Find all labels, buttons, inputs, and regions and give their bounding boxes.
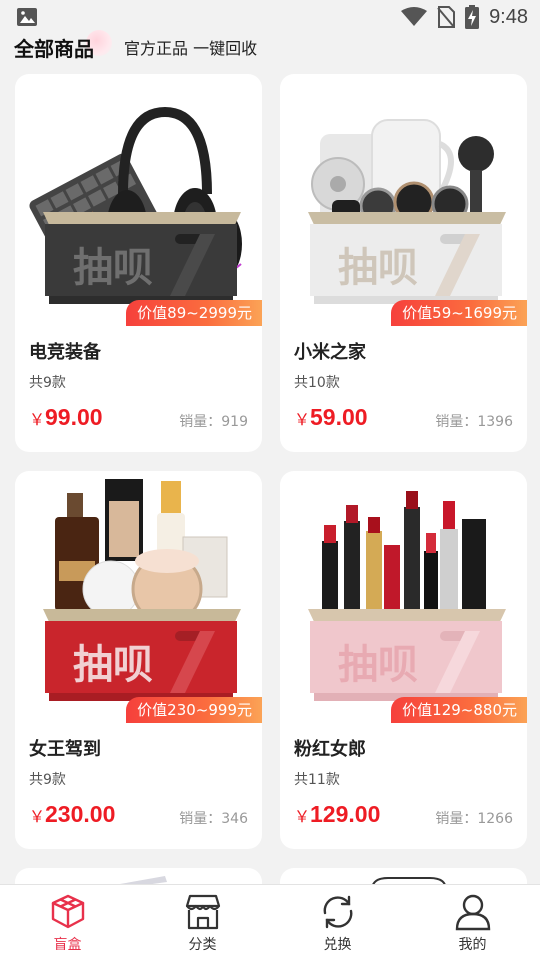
tab-label: 盲盒 [53,937,82,953]
price-range-tag: 价值230~999元 [126,697,262,723]
header: 全部商品 官方正品 一键回收 [0,30,540,64]
tab-blind-box[interactable]: 盲盒 [0,885,135,960]
product-card[interactable]: 抽呗 价值89~2999元 电竞装备 共9款 ￥99.00 销量：919 [15,74,262,452]
price-amount: 59.00 [310,404,368,430]
product-image-lipsticks: 抽呗 [308,491,506,701]
tab-label: 我的 [458,937,487,953]
store-icon [185,894,220,930]
header-tagline: 官方正品 一键回收 [124,39,258,58]
battery-charging-icon [465,5,480,29]
currency-symbol: ￥ [29,807,46,826]
price-range-tag: 价值59~1699元 [391,300,527,326]
price-amount: 230.00 [45,801,116,827]
product-name: 女王驾到 [29,739,101,760]
currency-symbol: ￥ [29,410,46,429]
product-card[interactable]: 抽呗 价值129~880元 粉红女郎 共11款 ￥129.00 销量：1266 [280,471,527,849]
box-label: 抽呗 [73,245,153,291]
product-count: 共9款 [29,375,66,391]
product-image-cosmetics: 抽呗 [43,479,241,701]
tab-label: 分类 [188,937,217,953]
product-name: 小米之家 [294,342,366,363]
product-sales: 销量：346 [179,811,248,827]
box-label: 抽呗 [338,245,418,291]
tab-profile[interactable]: 我的 [405,885,540,960]
exchange-icon [323,895,352,929]
price-amount: 129.00 [310,801,381,827]
box-label: 抽呗 [338,642,418,688]
product-name: 电竞装备 [29,342,101,363]
product-sales: 销量：1396 [435,414,513,430]
product-name: 粉红女郎 [294,739,366,760]
user-icon [455,894,490,931]
product-image-gaming-gear: 抽呗 [29,106,242,304]
price-range-tag: 价值89~2999元 [126,300,262,326]
price-amount: 99.00 [45,404,103,430]
no-sim-icon [437,6,456,28]
product-price: ￥59.00 [294,404,368,431]
price-range-tag: 价值129~880元 [391,697,527,723]
tab-category[interactable]: 分类 [135,885,270,960]
product-card[interactable]: 抽呗 价值230~999元 女王驾到 共9款 ￥230.00 销量：346 [15,471,262,849]
product-count: 共10款 [294,375,340,391]
tab-exchange[interactable]: 兑换 [270,885,405,960]
product-count: 共11款 [294,772,340,788]
product-price: ￥129.00 [294,801,380,828]
image-notification-icon [17,8,37,26]
wifi-icon [401,7,428,26]
page-title: 全部商品 [14,36,94,61]
product-card[interactable]: 抽呗 价值59~1699元 小米之家 共10款 ￥59.00 销量：1396 [280,74,527,452]
product-count: 共9款 [29,772,66,788]
status-bar: 9:48 [0,0,540,34]
status-time: 9:48 [489,5,528,28]
product-sales: 销量：919 [179,414,248,430]
product-price: ￥99.00 [29,404,103,431]
product-image-xiaomi: 抽呗 [308,119,506,304]
currency-symbol: ￥ [294,410,311,429]
product-sales: 销量：1266 [435,811,513,827]
product-price: ￥230.00 [29,801,115,828]
currency-symbol: ￥ [294,807,311,826]
tab-label: 兑换 [323,937,352,953]
bottom-tab-bar: 盲盒 分类 兑换 我的 [0,884,540,960]
blind-box-icon [51,894,84,929]
box-label: 抽呗 [73,642,153,688]
